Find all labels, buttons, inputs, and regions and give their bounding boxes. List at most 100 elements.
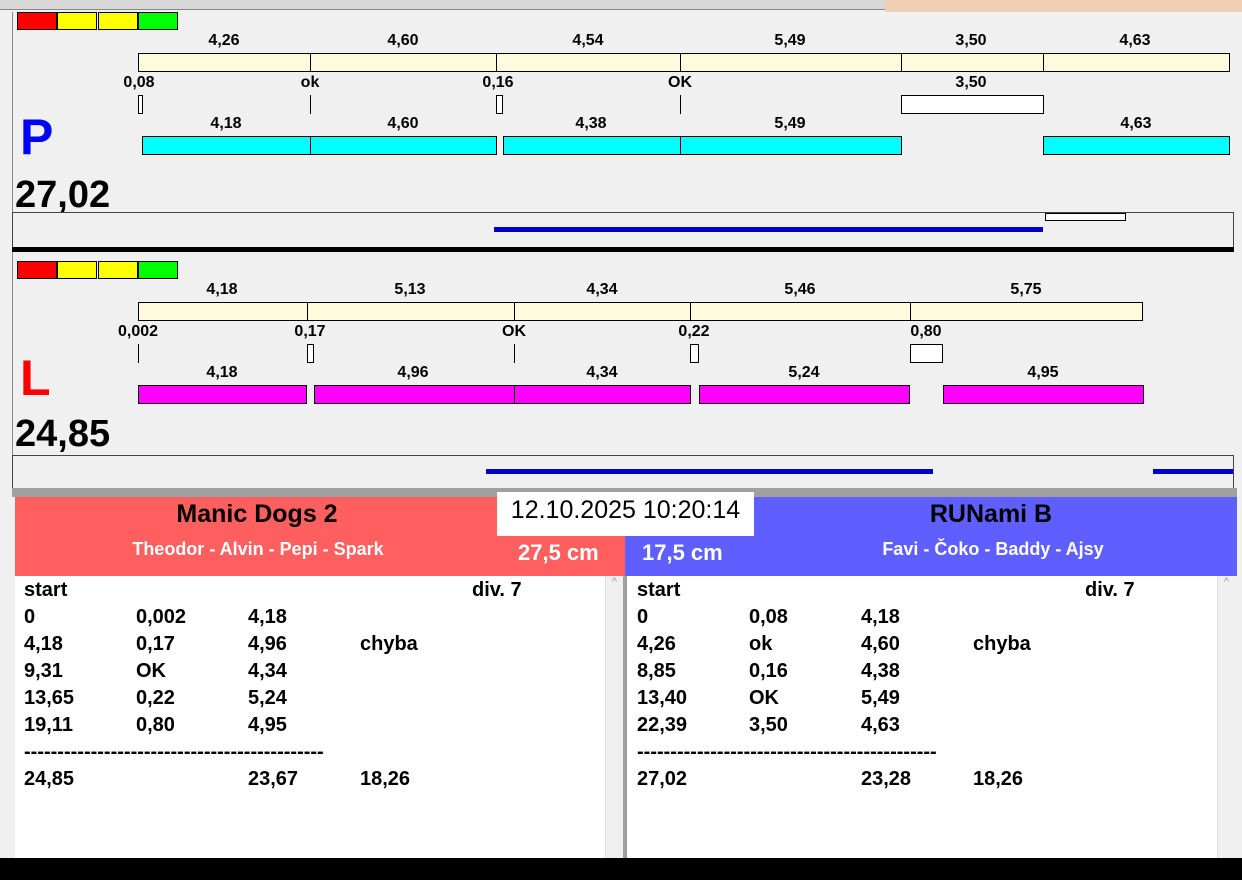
p-top-label: 4,60 [387,32,419,49]
right-team-name: RUNami B [929,500,1053,528]
l-total: 24,85 [15,413,111,455]
left-team-height: 27,5 cm [518,540,599,565]
l-top-segment [690,302,911,321]
p-top-segment [310,53,497,72]
signal-green [138,261,178,279]
l-top-segment [514,302,691,321]
p-top-label: 3,50 [955,32,987,49]
list-cell: 19,11 [24,714,73,736]
p-mid-tick [310,95,311,114]
l-timeline-line [1153,469,1233,474]
list-start-label: start [637,579,681,601]
l-top-label: 4,18 [206,281,238,298]
l-mid-label: 0,22 [678,323,710,340]
l-top-segment [307,302,515,321]
p-timeline-box [1045,213,1126,221]
left-results-list [15,576,605,858]
p-total: 27,02 [15,174,111,216]
signal-red [17,12,57,30]
list-cell: 22,39 [637,714,688,736]
p-mid-box [901,95,1044,114]
l-mid-label: 0,80 [910,323,942,340]
l-top-segment [910,302,1143,321]
p-bottom-label: 4,63 [1120,115,1152,132]
list-cell: 4,95 [248,714,287,736]
l-letter: L [20,350,51,406]
list-cell: OK [749,687,779,709]
p-mid-box [496,95,503,114]
list-total-cell: 27,02 [637,768,688,790]
p-bottom-segment [310,136,497,155]
list-cell: 5,24 [248,687,287,709]
right-team-height: 17,5 cm [642,540,723,565]
l-mid-label: OK [502,323,526,340]
list-division-label: div. 7 [472,579,522,601]
signal-yellow [98,261,138,279]
right-scrollbar[interactable]: ^ [1217,576,1235,858]
list-cell: 4,26 [637,633,676,655]
l-bottom-segment [943,385,1144,404]
list-cell: 4,96 [248,633,287,655]
l-mid-box [307,344,314,363]
l-bottom-label: 4,18 [206,364,238,381]
p-mid-label: 0,16 [482,74,514,91]
list-cell: 3,50 [749,714,788,736]
signal-yellow [57,12,97,30]
list-start-label: start [24,579,68,601]
top-right-area [885,0,1242,12]
l-top-segment [138,302,308,321]
left-team-members: Theodor - Alvin - Pepi - Spark [132,539,384,559]
list-cell: chyba [973,633,1031,655]
l-bottom-segment [138,385,307,404]
signal-yellow [57,261,97,279]
signal-yellow [98,12,138,30]
p-top-segment [901,53,1044,72]
list-cell: 4,38 [861,660,900,682]
list-cell: chyba [360,633,418,655]
bottom-bar [0,858,1242,880]
list-total-cell: 23,28 [861,768,912,790]
list-cell: 4,60 [861,633,900,655]
p-top-segment [1043,53,1230,72]
l-mid-box [690,344,699,363]
right-team-members: Favi - Čoko - Baddy - Ajsy [882,539,1104,559]
list-separator: ----------------------------------------… [24,741,324,763]
p-bottom-label: 4,60 [387,115,419,132]
p-mid-label: 0,08 [123,74,155,91]
p-top-segment [138,53,311,72]
list-cell: 4,63 [861,714,900,736]
left-team-name: Manic Dogs 2 [176,500,338,528]
l-bottom-label: 4,95 [1027,364,1059,381]
p-bottom-label: 5,49 [774,115,806,132]
left-scrollbar[interactable]: ^ [605,576,623,858]
list-total-cell: 18,26 [973,768,1024,790]
l-mid-tick [514,344,515,363]
p-top-segment [680,53,902,72]
l-bottom-segment [314,385,515,404]
list-division-label: div. 7 [1085,579,1135,601]
list-cell: 8,85 [637,660,676,682]
p-top-label: 4,63 [1119,32,1151,49]
right-results-list [627,576,1217,858]
list-cell: 0 [637,606,649,628]
l-mid-box [910,344,943,363]
list-total-cell: 23,67 [248,768,299,790]
list-cell: 4,18 [861,606,900,628]
list-cell: 4,18 [24,633,63,655]
list-cell: 0 [24,606,36,628]
l-timeline-line [486,469,933,474]
top-tab-strip [0,0,885,10]
p-mid-label: OK [668,74,692,91]
list-cell: ok [749,633,773,655]
p-mid-tick [680,95,681,114]
list-separator: ----------------------------------------… [637,741,937,763]
p-top-label: 4,54 [572,32,604,49]
p-bottom-label: 4,18 [210,115,242,132]
p-bottom-segment [142,136,311,155]
list-total-cell: 24,85 [24,768,75,790]
list-cell: 0,002 [136,606,187,628]
p-timeline-line [494,227,1043,232]
l-top-label: 5,75 [1010,281,1042,298]
l-bottom-label: 4,96 [397,364,429,381]
list-cell: 4,34 [248,660,287,682]
